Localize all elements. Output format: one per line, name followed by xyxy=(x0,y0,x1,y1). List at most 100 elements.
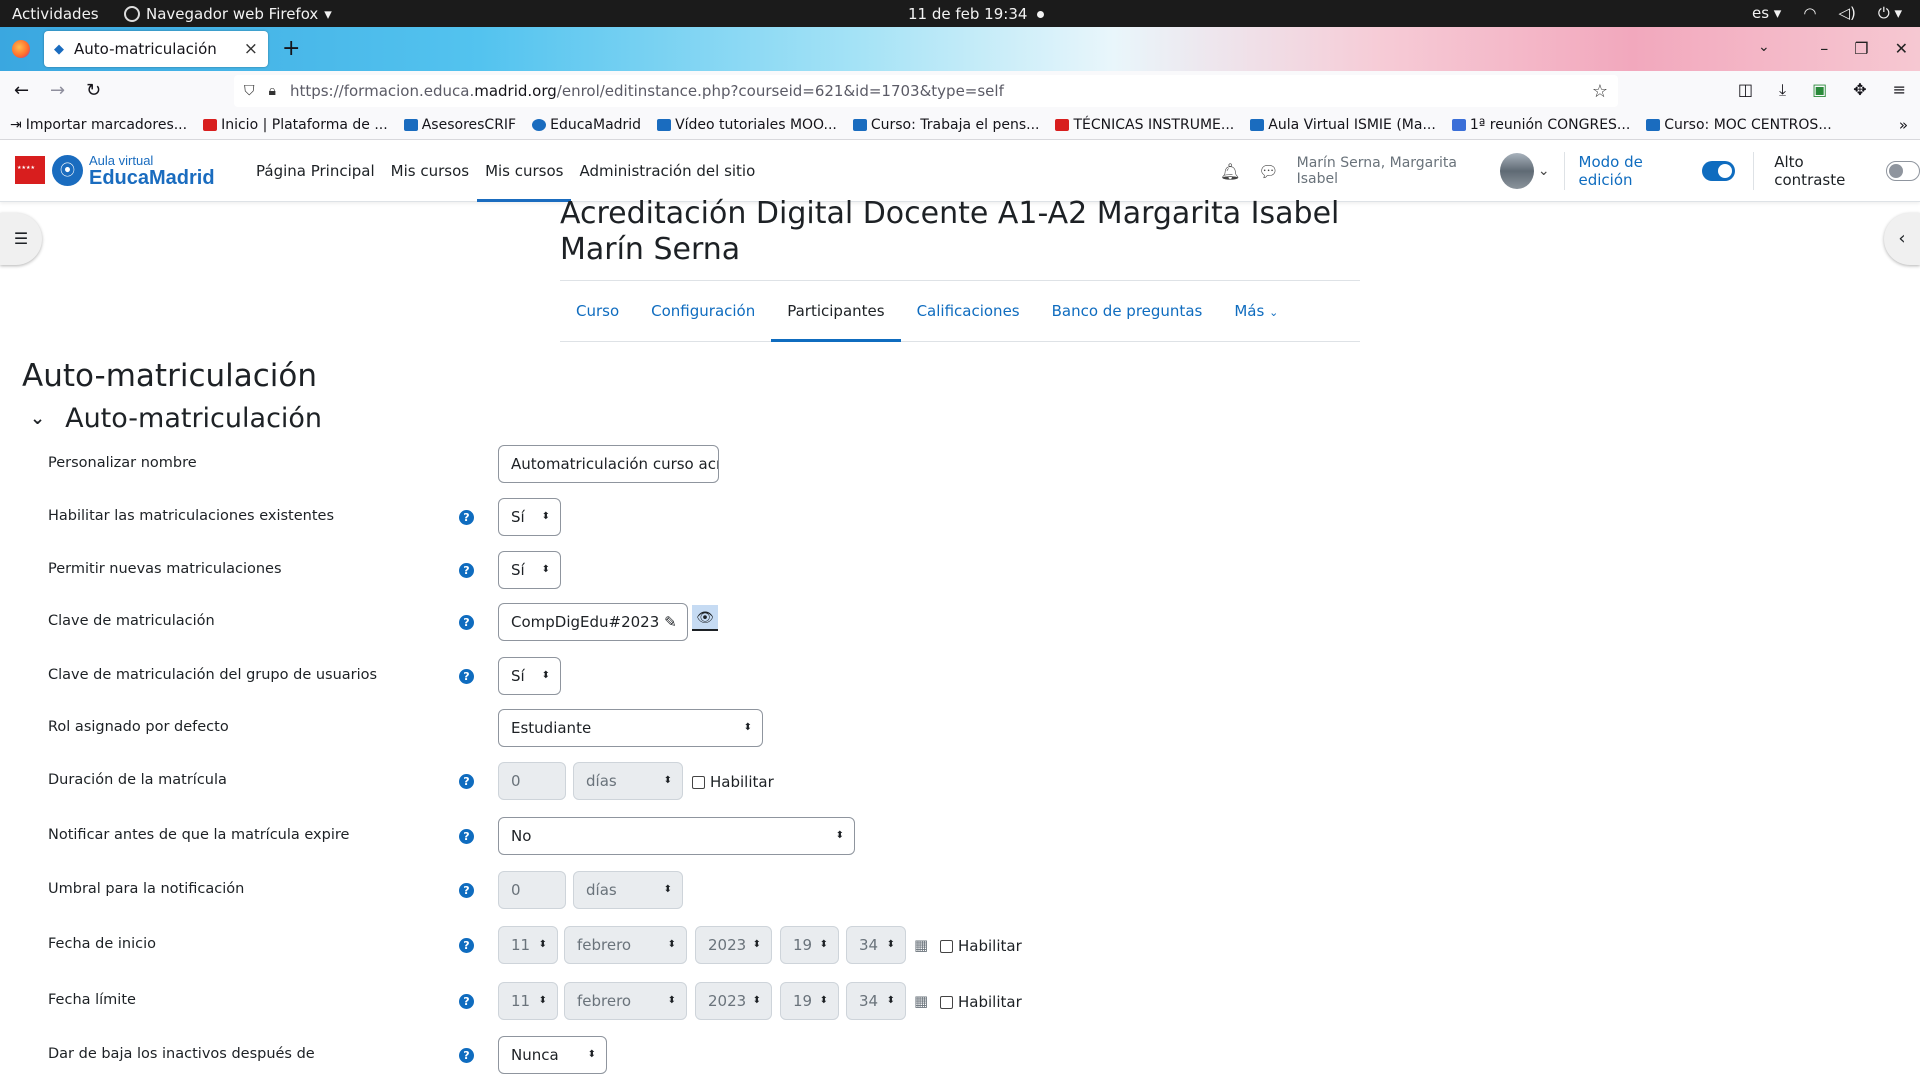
section-toggle[interactable]: ⌄ Auto-matriculación xyxy=(30,403,322,434)
app-menu[interactable]: Navegador web Firefox ▾ xyxy=(124,5,332,23)
tab-question-bank[interactable]: Banco de preguntas xyxy=(1036,280,1219,342)
tab-more[interactable]: Más ⌄ xyxy=(1218,280,1294,342)
lock-icon[interactable]: 🔒︎ xyxy=(269,83,276,99)
end-hour-select[interactable]: 19 ⬍ xyxy=(780,982,839,1020)
tab-course[interactable]: Curso xyxy=(560,280,635,342)
start-hour-select[interactable]: 19 ⬍ xyxy=(780,926,839,964)
enrolment-key-input[interactable]: CompDigEdu#2023 ✎ xyxy=(498,603,688,641)
bookmark-item[interactable]: TÉCNICAS INSTRUME... xyxy=(1055,117,1234,133)
help-icon[interactable]: ? xyxy=(459,994,474,1009)
threshold-unit-select[interactable]: días ⬍ xyxy=(573,871,683,909)
nav-home[interactable]: Página Principal xyxy=(248,140,383,202)
help-icon[interactable]: ? xyxy=(459,883,474,898)
tab-grades[interactable]: Calificaciones xyxy=(901,280,1036,342)
keyboard-language[interactable]: es ▾ xyxy=(1752,4,1781,22)
edit-mode-switch[interactable] xyxy=(1701,161,1736,181)
checkbox-box[interactable] xyxy=(940,939,953,953)
bookmark-item[interactable]: 1ª reunión CONGRES... xyxy=(1451,117,1630,133)
high-contrast-switch[interactable] xyxy=(1886,161,1920,181)
close-tab-icon[interactable]: × xyxy=(244,39,258,59)
reveal-password-icon[interactable]: 👁︎ xyxy=(692,605,718,631)
madrid-flag-logo[interactable] xyxy=(15,156,45,184)
forward-icon[interactable]: → xyxy=(50,80,65,101)
calendar-icon[interactable]: ▦ xyxy=(914,992,928,1010)
end-day-select[interactable]: 11 ⬍ xyxy=(498,982,558,1020)
bookmark-item[interactable]: Vídeo tutoriales MOO... xyxy=(657,117,837,133)
bookmark-item[interactable]: ⇥ Importar marcadores... xyxy=(10,117,187,133)
bookmark-star-icon[interactable]: ☆ xyxy=(1592,81,1608,102)
nav-site-admin[interactable]: Administración del sitio xyxy=(571,140,763,202)
url-bar[interactable]: ⛉ 🔒︎ https://formacion.educa. madrid.org /… xyxy=(234,75,1618,107)
more-bookmarks-icon[interactable]: » xyxy=(1899,116,1908,134)
restore-icon[interactable]: ❐ xyxy=(1854,39,1868,58)
start-enable-checkbox[interactable]: Habilitar xyxy=(940,937,1022,955)
start-minute-select[interactable]: 34 ⬍ xyxy=(846,926,906,964)
chevron-down-icon[interactable]: ⌄ xyxy=(1538,163,1550,179)
bookmark-item[interactable]: Aula Virtual ISMIE (Ma... xyxy=(1250,117,1436,133)
extensions-icon[interactable]: ✥ xyxy=(1853,80,1866,100)
browser-tab-active[interactable]: ◆ Auto-matriculación × xyxy=(44,31,268,67)
bookmark-item[interactable]: Curso: MOC CENTROS... xyxy=(1646,117,1832,133)
close-window-icon[interactable]: ✕ xyxy=(1895,39,1908,58)
help-icon[interactable]: ? xyxy=(459,774,474,789)
user-name[interactable]: Marín Serna, Margarita Isabel xyxy=(1297,155,1490,187)
start-day-select[interactable]: 11 ⬍ xyxy=(498,926,558,964)
calendar-icon[interactable]: ▦ xyxy=(914,936,928,954)
bookmark-item[interactable]: Inicio | Plataforma de ... xyxy=(203,117,388,133)
list-tabs-button[interactable]: ⌄ xyxy=(1758,39,1770,55)
threshold-number-input[interactable]: 0 xyxy=(498,871,566,909)
extension-green-icon[interactable]: ▣ xyxy=(1812,80,1827,100)
new-tab-button[interactable]: + xyxy=(282,36,300,61)
help-icon[interactable]: ? xyxy=(459,563,474,578)
reload-icon[interactable]: ↻ xyxy=(86,80,101,101)
help-icon[interactable]: ? xyxy=(459,938,474,953)
course-index-drawer-button[interactable]: ☰ xyxy=(0,213,42,265)
end-enable-checkbox[interactable]: Habilitar xyxy=(940,993,1022,1011)
duration-unit-select[interactable]: días ⬍ xyxy=(573,762,683,800)
notify-select[interactable]: No ⬍ xyxy=(498,817,855,855)
new-enrolments-select[interactable]: Sí ⬍ xyxy=(498,551,561,589)
duration-number-input[interactable]: 0 xyxy=(498,762,566,800)
nav-my-courses[interactable]: Mis cursos xyxy=(383,140,477,202)
group-key-select[interactable]: Sí ⬍ xyxy=(498,657,561,695)
high-contrast-toggle[interactable]: Alto contraste xyxy=(1774,153,1920,189)
end-minute-select[interactable]: 34 ⬍ xyxy=(846,982,906,1020)
start-year-select[interactable]: 2023 ⬍ xyxy=(695,926,772,964)
clock[interactable]: 11 de feb 19:34 xyxy=(908,5,1045,23)
help-icon[interactable]: ? xyxy=(459,615,474,630)
avatar[interactable] xyxy=(1500,153,1534,189)
duration-enable-checkbox[interactable]: Habilitar xyxy=(692,773,774,791)
pencil-icon[interactable]: ✎ xyxy=(664,613,677,631)
firefox-view-icon[interactable] xyxy=(12,40,30,58)
bookmark-item[interactable]: AsesoresCRIF xyxy=(403,117,516,133)
help-icon[interactable]: ? xyxy=(459,669,474,684)
menu-icon[interactable]: ≡ xyxy=(1893,80,1906,100)
checkbox-box[interactable] xyxy=(940,995,953,1009)
system-tray[interactable]: es ▾ ◠ ◁) ⏻ ▾ xyxy=(1752,4,1902,22)
existing-enrolments-select[interactable]: Sí ⬍ xyxy=(498,498,561,536)
checkbox-box[interactable] xyxy=(692,775,705,789)
edit-mode-toggle[interactable]: Modo de edición xyxy=(1579,153,1736,189)
help-icon[interactable]: ? xyxy=(459,510,474,525)
bookmark-item[interactable]: Curso: Trabaja el pens... xyxy=(852,117,1039,133)
default-role-select[interactable]: Estudiante ⬍ xyxy=(498,709,763,747)
site-logo[interactable]: Aula virtual EducaMadrid xyxy=(89,153,215,188)
unenrol-inactive-select[interactable]: Nunca ⬍ xyxy=(498,1036,607,1074)
nav-my-courses-active[interactable]: Mis cursos xyxy=(477,140,572,202)
bookmark-item[interactable]: EducaMadrid xyxy=(532,117,641,133)
educamadrid-logo-icon[interactable]: ⦿ xyxy=(52,155,83,186)
help-icon[interactable]: ? xyxy=(459,1048,474,1063)
tab-participants[interactable]: Participantes xyxy=(771,280,901,342)
help-icon[interactable]: ? xyxy=(459,829,474,844)
end-year-select[interactable]: 2023 ⬍ xyxy=(695,982,772,1020)
bell-icon[interactable]: 🔔︎ xyxy=(1220,162,1240,181)
tab-settings[interactable]: Configuración xyxy=(635,280,771,342)
minimize-icon[interactable]: – xyxy=(1820,39,1828,58)
start-month-select[interactable]: febrero ⬍ xyxy=(564,926,687,964)
messages-icon[interactable]: 💬︎ xyxy=(1258,162,1278,181)
download-icon[interactable]: ⤓ xyxy=(1779,80,1786,100)
block-drawer-button[interactable]: ‹ xyxy=(1884,213,1920,265)
pocket-icon[interactable]: ◫ xyxy=(1738,80,1753,100)
activities-button[interactable]: Actividades xyxy=(12,5,99,23)
back-icon[interactable]: ← xyxy=(14,80,29,101)
